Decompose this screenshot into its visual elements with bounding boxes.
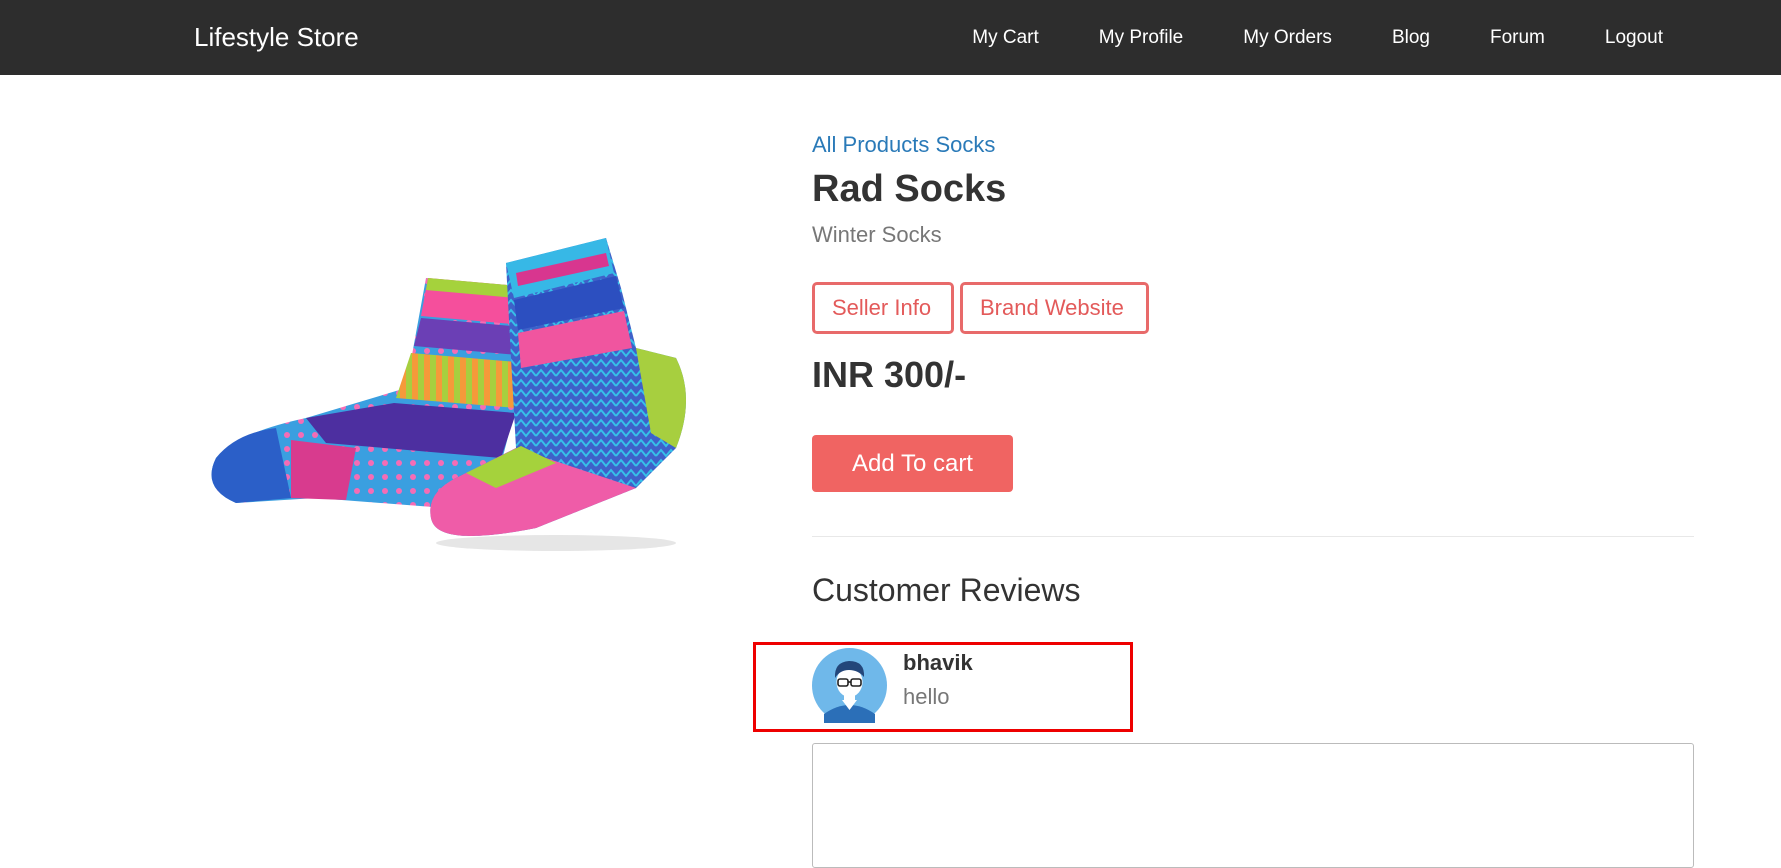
add-to-cart-button[interactable]: Add To cart	[812, 435, 1013, 492]
nav-logout[interactable]: Logout	[1605, 27, 1663, 48]
divider	[812, 536, 1694, 537]
top-navbar: Lifestyle Store My Cart My Profile My Or…	[0, 0, 1781, 75]
review-author: bhavik	[903, 650, 973, 675]
review-text: hello	[903, 684, 950, 709]
nav-links: My Cart My Profile My Orders Blog Forum …	[972, 0, 1663, 75]
brand-logo-link[interactable]: Lifestyle Store	[194, 22, 359, 53]
nav-my-cart[interactable]: My Cart	[972, 27, 1039, 48]
product-subtitle: Winter Socks	[812, 222, 942, 247]
nav-my-profile[interactable]: My Profile	[1099, 27, 1183, 48]
nav-my-orders[interactable]: My Orders	[1243, 27, 1332, 48]
product-title: Rad Socks	[812, 168, 1007, 210]
product-price: INR 300/-	[812, 354, 967, 395]
nav-blog[interactable]: Blog	[1392, 27, 1430, 48]
brand-website-button[interactable]: Brand Website	[960, 282, 1149, 334]
seller-info-button[interactable]: Seller Info	[812, 282, 954, 334]
user-avatar-icon	[812, 648, 887, 723]
reviews-heading: Customer Reviews	[812, 572, 1081, 608]
nav-forum[interactable]: Forum	[1490, 27, 1545, 48]
socks-product-image	[211, 238, 686, 551]
breadcrumb[interactable]: All Products Socks	[812, 132, 995, 158]
review-input[interactable]	[812, 743, 1694, 868]
sock-shadow	[436, 535, 676, 551]
